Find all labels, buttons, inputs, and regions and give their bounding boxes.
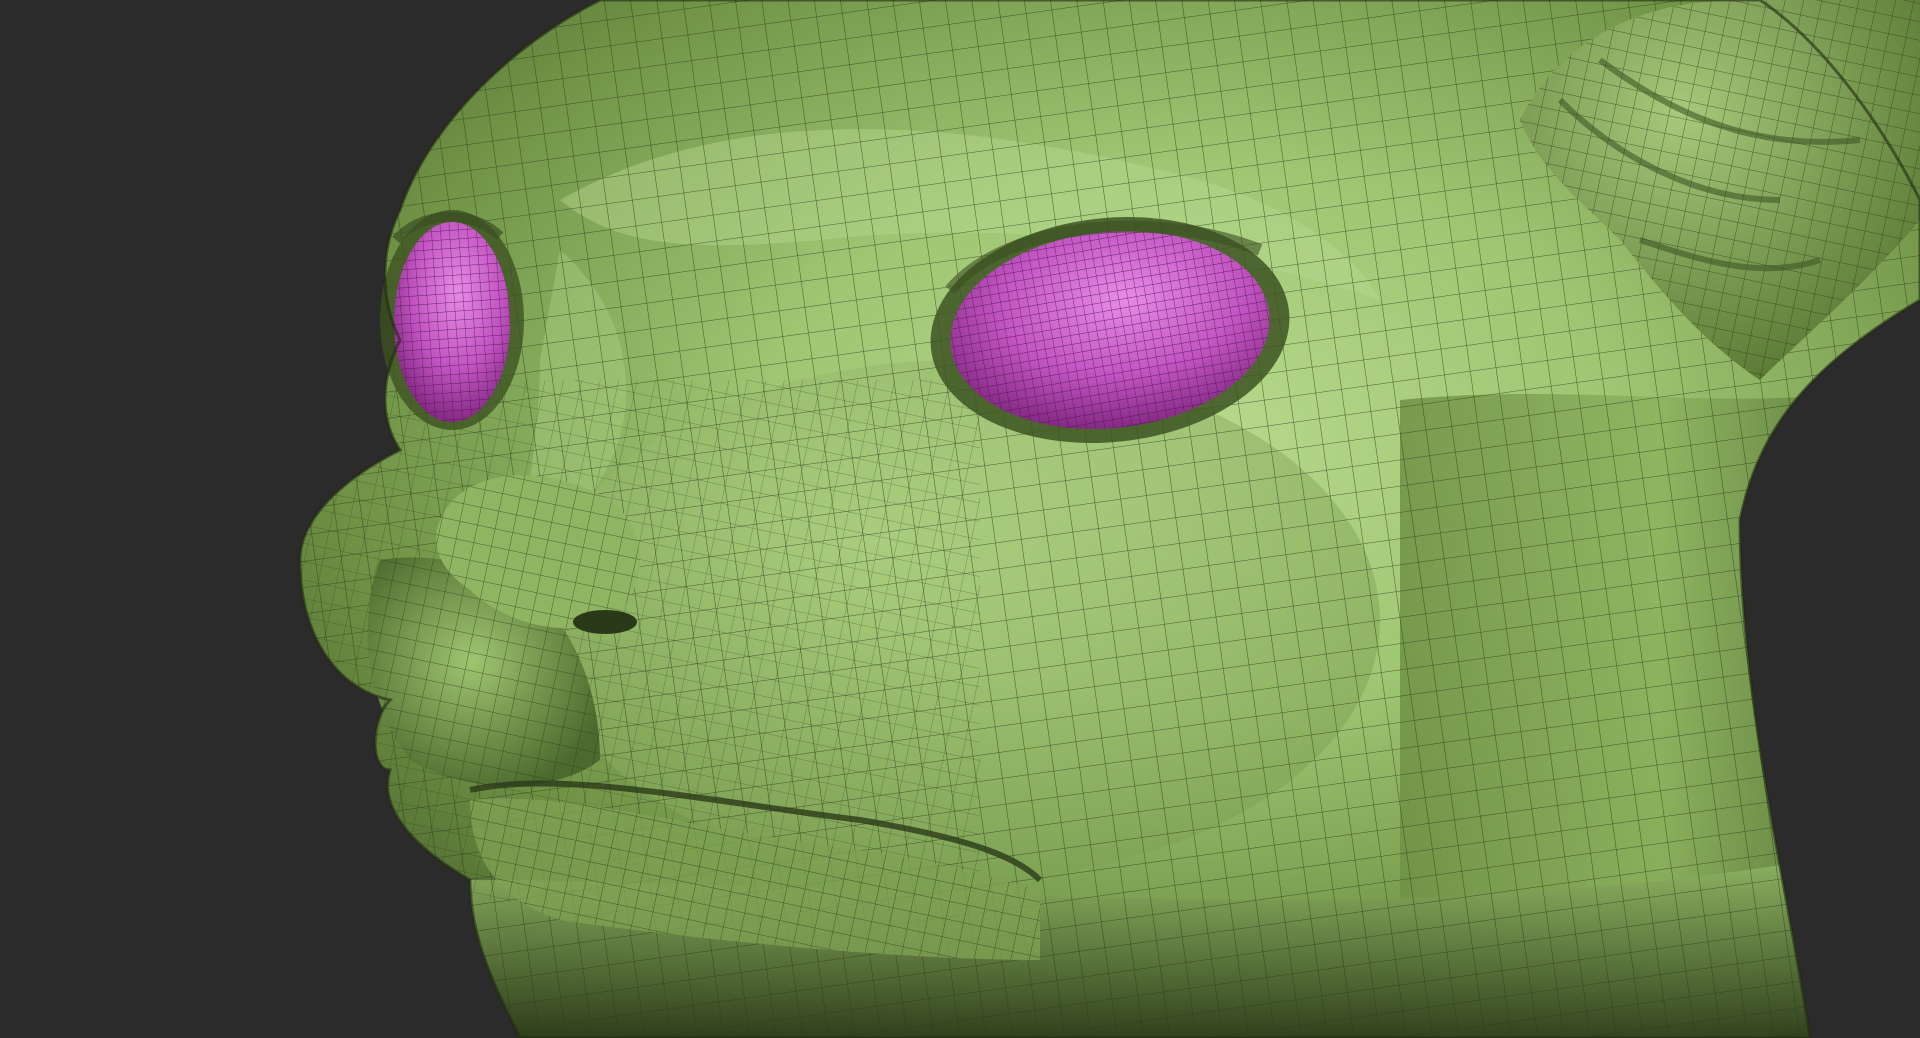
3d-viewport[interactable] <box>0 0 1920 1038</box>
nostril <box>573 610 637 634</box>
left-eye <box>380 210 524 430</box>
sculpt-canvas[interactable] <box>0 0 1920 1038</box>
